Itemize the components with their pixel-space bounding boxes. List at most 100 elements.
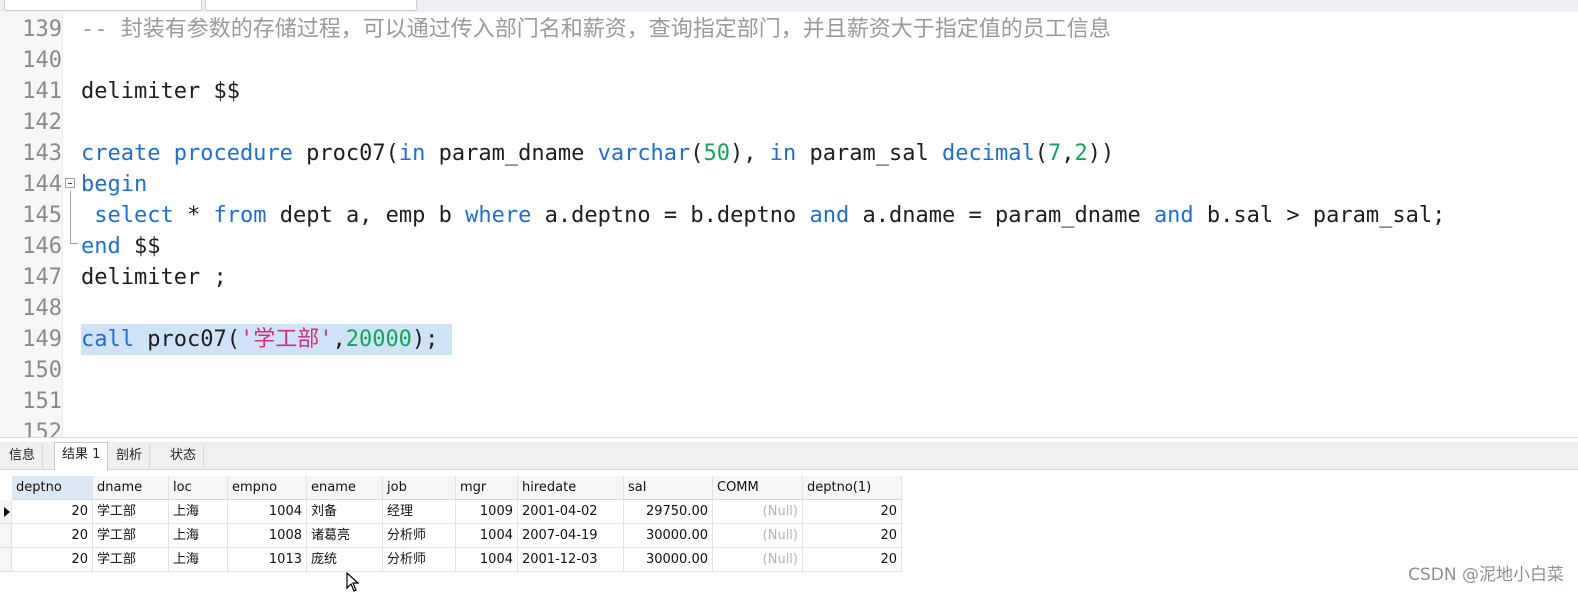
number-literal: 50 [703, 141, 731, 166]
code-line: 147 delimiter ; [0, 262, 1578, 293]
code-text: param_dname [425, 141, 598, 166]
table-row[interactable]: 20 学工部 上海 1008 诸葛亮 分析师 1004 2007-04-19 3… [0, 524, 902, 548]
cell[interactable]: 29750.00 [624, 500, 713, 524]
code-text: )) [1087, 141, 1115, 166]
row-selector[interactable] [0, 548, 12, 572]
cell[interactable]: 刘备 [307, 500, 383, 524]
cell[interactable]: 分析师 [383, 524, 456, 548]
column-header[interactable]: deptno [12, 476, 93, 500]
cell[interactable]: 学工部 [93, 548, 169, 572]
column-header[interactable]: ename [307, 476, 383, 500]
cell[interactable]: 学工部 [93, 524, 169, 548]
tab-status[interactable]: 状态 [163, 444, 205, 468]
code-text: delimiter ; [81, 265, 227, 290]
cell[interactable]: 2007-04-19 [518, 524, 624, 548]
cell[interactable]: 诸葛亮 [307, 524, 383, 548]
results-tab-bar: 信息 结果 1 剖析 状态 [0, 442, 1578, 470]
code-text: a.dname = param_dname [849, 203, 1154, 228]
cell[interactable]: 1008 [228, 524, 307, 548]
code-line: 143 create procedure proc07(in param_dna… [0, 138, 1578, 169]
type-keyword: varchar [597, 141, 691, 166]
column-header[interactable]: hiredate [518, 476, 624, 500]
cell[interactable]: 20 [803, 524, 902, 548]
code-line: 144 begin [0, 169, 1578, 200]
string-literal: '学工部' [239, 327, 333, 352]
cell[interactable]: 经理 [383, 500, 456, 524]
results-panel: 信息 结果 1 剖析 状态 deptno dname loc empno ena… [0, 437, 1578, 593]
tab-result-1[interactable]: 结果 1 [54, 442, 109, 470]
cell[interactable]: (Null) [713, 500, 803, 524]
cell[interactable]: 1009 [456, 500, 518, 524]
column-header[interactable]: dname [93, 476, 169, 500]
fold-minus-icon[interactable] [65, 178, 75, 188]
code-line: 150 [0, 355, 1578, 386]
cell[interactable]: 分析师 [383, 548, 456, 572]
code-text: , [332, 327, 346, 352]
cell[interactable]: 30000.00 [624, 548, 713, 572]
number-literal: 20000 [345, 327, 412, 352]
code-text: ( [690, 141, 704, 166]
cell[interactable]: 20 [12, 524, 93, 548]
line-number: 146 [22, 234, 62, 259]
keyword: and [809, 203, 850, 228]
cell[interactable]: 庞统 [307, 548, 383, 572]
number-literal: 2 [1074, 141, 1088, 166]
row-selector[interactable] [0, 524, 12, 548]
code-line: 151 [0, 386, 1578, 417]
cell[interactable]: 学工部 [93, 500, 169, 524]
code-text: b.sal > param_sal; [1193, 203, 1446, 228]
sql-editor[interactable]: 139 -- 封装有参数的存储过程，可以通过传入部门名和薪资，查询指定部门，并且… [0, 12, 1578, 437]
column-header[interactable]: mgr [456, 476, 518, 500]
cell[interactable]: 1013 [228, 548, 307, 572]
cell[interactable]: 20 [803, 500, 902, 524]
column-header[interactable]: deptno(1) [803, 476, 902, 500]
type-keyword: decimal [942, 141, 1035, 166]
code-line: 152 [0, 417, 1578, 437]
keyword: where [465, 203, 532, 228]
code-text: a.deptno = b.deptno [531, 203, 810, 228]
cell[interactable]: 1004 [456, 524, 518, 548]
cell[interactable]: 20 [12, 548, 93, 572]
cell[interactable]: (Null) [713, 548, 803, 572]
column-header[interactable]: COMM [713, 476, 803, 500]
code-line: 148 [0, 293, 1578, 324]
sql-comment: -- 封装有参数的存储过程，可以通过传入部门名和薪资，查询指定部门，并且薪资大于… [81, 17, 1111, 42]
column-header[interactable]: loc [169, 476, 228, 500]
cell[interactable]: 30000.00 [624, 524, 713, 548]
line-number: 152 [22, 420, 62, 437]
table-row[interactable]: 20 学工部 上海 1013 庞统 分析师 1004 2001-12-03 30… [0, 548, 902, 572]
query-tab[interactable] [4, 0, 202, 11]
query-tab-2[interactable] [205, 0, 417, 11]
cell[interactable]: 上海 [169, 548, 228, 572]
line-number: 144 [22, 172, 62, 197]
keyword: create procedure [81, 141, 293, 166]
cell[interactable]: 上海 [169, 524, 228, 548]
cell[interactable]: 上海 [169, 500, 228, 524]
line-number: 148 [22, 296, 62, 321]
tab-profile[interactable]: 剖析 [109, 444, 151, 468]
column-header[interactable]: sal [624, 476, 713, 500]
keyword: call [81, 327, 134, 352]
keyword: in [769, 141, 797, 166]
table-row[interactable]: 20 学工部 上海 1004 刘备 经理 1009 2001-04-02 297… [0, 500, 902, 524]
cell[interactable]: 20 [12, 500, 93, 524]
keyword: begin [81, 172, 148, 197]
code-text: $$ [120, 234, 161, 259]
cell[interactable]: 2001-12-03 [518, 548, 624, 572]
line-number: 150 [22, 358, 62, 383]
cell[interactable]: 2001-04-02 [518, 500, 624, 524]
cell[interactable]: (Null) [713, 524, 803, 548]
cell[interactable]: 1004 [456, 548, 518, 572]
code-line: 142 [0, 107, 1578, 138]
column-header[interactable]: job [383, 476, 456, 500]
row-selector[interactable] [0, 500, 12, 524]
code-text: delimiter $$ [81, 79, 240, 104]
keyword: in [398, 141, 426, 166]
cell[interactable]: 20 [803, 548, 902, 572]
line-number: 151 [22, 389, 62, 414]
cell[interactable]: 1004 [228, 500, 307, 524]
tab-info[interactable]: 信息 [2, 444, 44, 468]
line-number: 142 [22, 110, 62, 135]
column-header[interactable]: empno [228, 476, 307, 500]
